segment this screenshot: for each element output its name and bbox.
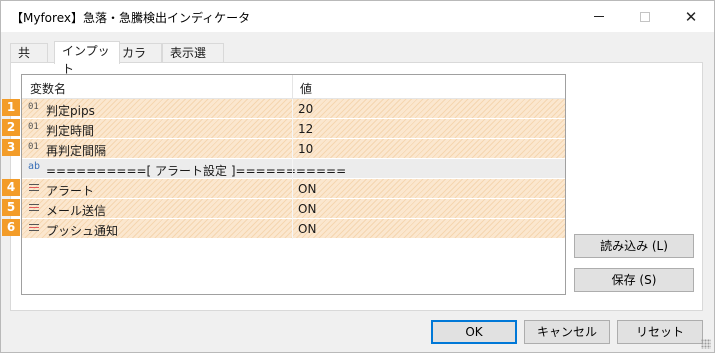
save-button[interactable]: 保存 (S) bbox=[574, 268, 694, 292]
cell-divider bbox=[292, 139, 293, 159]
row-value[interactable]: ON bbox=[298, 202, 316, 216]
tab-visualization[interactable]: 表示選択 bbox=[162, 43, 224, 78]
reset-button[interactable]: リセット bbox=[617, 320, 703, 344]
table-row[interactable]: アラート ON bbox=[22, 179, 565, 199]
table-row[interactable]: 01 判定時間 12 bbox=[22, 119, 565, 139]
cell-divider bbox=[292, 219, 293, 239]
tab-inputs[interactable]: インプット bbox=[54, 41, 120, 76]
table-row[interactable]: プッシュ通知 ON bbox=[22, 219, 565, 239]
step-badge-1: 1 bbox=[2, 99, 20, 116]
bool-type-icon bbox=[29, 184, 39, 193]
title-bar[interactable]: 【Myforex】急落・急騰検出インディケータ ✕ bbox=[1, 1, 714, 32]
bool-type-icon bbox=[29, 224, 39, 233]
int-type-icon: 01 bbox=[28, 122, 39, 132]
tab-common[interactable]: 共有 bbox=[10, 43, 48, 78]
step-badge-4: 4 bbox=[2, 179, 20, 196]
row-name: 判定pips bbox=[46, 104, 95, 118]
row-value[interactable]: 12 bbox=[298, 122, 313, 136]
int-type-icon: 01 bbox=[28, 142, 39, 152]
step-badge-3: 3 bbox=[2, 139, 20, 156]
step-badge-2: 2 bbox=[2, 119, 20, 136]
close-icon: ✕ bbox=[684, 7, 698, 26]
cell-divider bbox=[292, 159, 293, 179]
cancel-button[interactable]: キャンセル bbox=[524, 320, 610, 344]
tab-colors[interactable]: カラー bbox=[114, 43, 162, 78]
row-name: プッシュ通知 bbox=[46, 224, 119, 238]
table-row[interactable]: メール送信 ON bbox=[22, 199, 565, 219]
maximize-button[interactable] bbox=[622, 1, 668, 32]
cell-divider bbox=[292, 179, 293, 199]
window-title: 【Myforex】急落・急騰検出インディケータ bbox=[11, 11, 251, 25]
resize-grip-icon[interactable] bbox=[701, 339, 711, 349]
row-name: アラート bbox=[46, 184, 95, 198]
column-header-value[interactable]: 値 bbox=[300, 80, 312, 97]
dialog-window: 【Myforex】急落・急騰検出インディケータ ✕ 共有 インプット カラー 表… bbox=[0, 0, 715, 353]
int-type-icon: 01 bbox=[28, 102, 39, 112]
column-header-name[interactable]: 変数名 bbox=[30, 80, 66, 97]
row-value[interactable]: ON bbox=[298, 182, 316, 196]
maximize-icon bbox=[640, 11, 650, 22]
row-name: ==========[ アラート設定 ]=========== bbox=[46, 164, 347, 178]
step-badge-5: 5 bbox=[2, 199, 20, 216]
cell-divider bbox=[292, 119, 293, 139]
row-value[interactable]: 20 bbox=[298, 102, 313, 116]
row-name: 再判定間隔 bbox=[46, 144, 107, 158]
close-button[interactable]: ✕ bbox=[668, 1, 714, 32]
table-row[interactable]: 01 再判定間隔 10 bbox=[22, 139, 565, 159]
column-divider[interactable] bbox=[292, 75, 293, 99]
minimize-icon bbox=[594, 16, 604, 17]
row-name: 判定時間 bbox=[46, 124, 95, 138]
row-value[interactable]: 10 bbox=[298, 142, 313, 156]
row-value[interactable]: ON bbox=[298, 222, 316, 236]
step-badge-6: 6 bbox=[2, 219, 20, 236]
bool-type-icon bbox=[29, 204, 39, 213]
ok-button[interactable]: OK bbox=[431, 320, 517, 344]
cell-divider bbox=[292, 99, 293, 119]
cell-divider bbox=[292, 199, 293, 219]
minimize-button[interactable] bbox=[576, 1, 622, 32]
string-type-icon: ab bbox=[28, 161, 41, 172]
grid-header: 変数名 値 bbox=[22, 75, 565, 99]
table-row-separator[interactable]: ab ==========[ アラート設定 ]=========== bbox=[22, 159, 565, 179]
inputs-grid: 変数名 値 01 判定pips 20 01 判定時間 12 01 再判定間隔 1… bbox=[21, 74, 566, 295]
table-row[interactable]: 01 判定pips 20 bbox=[22, 99, 565, 119]
load-button[interactable]: 読み込み (L) bbox=[574, 234, 694, 258]
row-name: メール送信 bbox=[46, 204, 107, 218]
